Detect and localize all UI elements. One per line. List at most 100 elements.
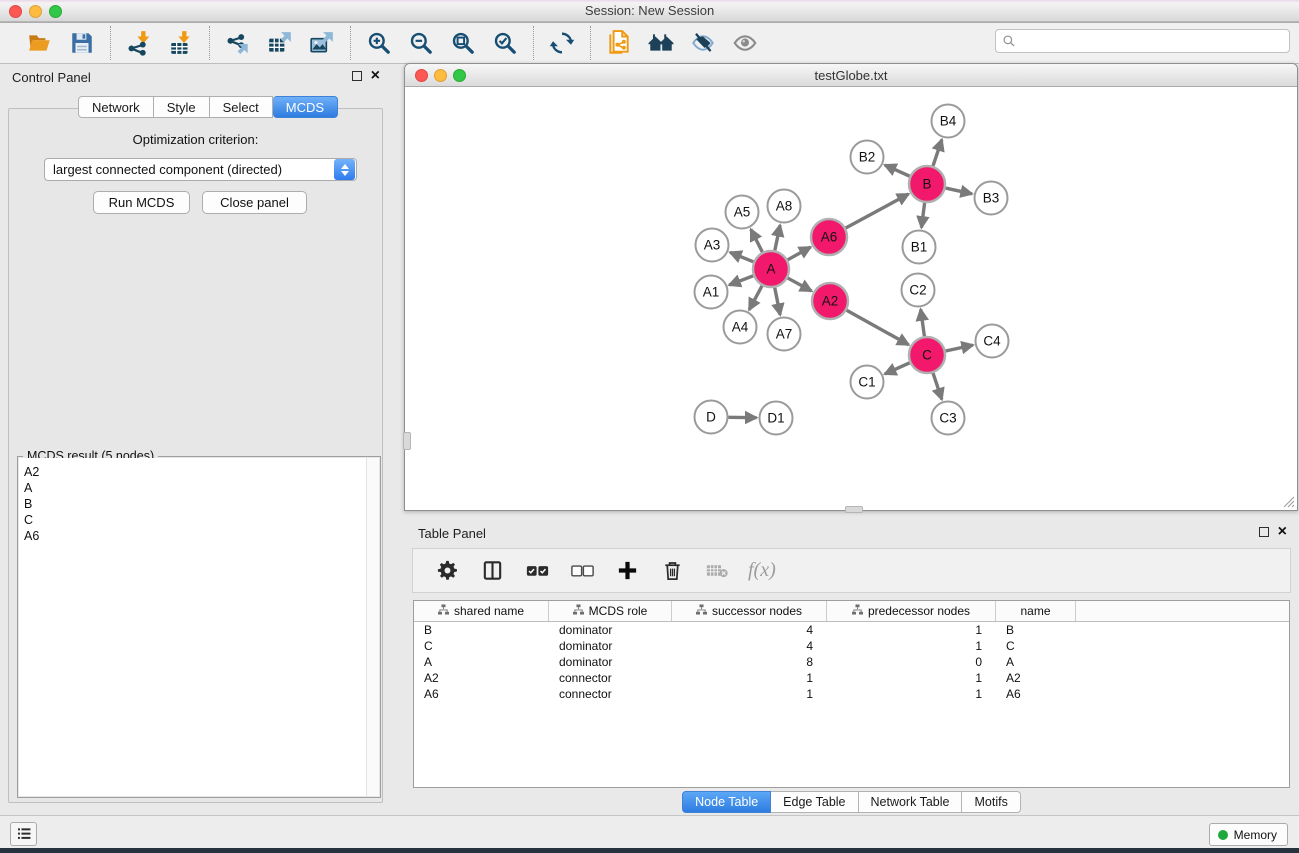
export-table-icon[interactable] xyxy=(266,29,294,57)
cell-name[interactable]: A6 xyxy=(996,686,1076,702)
tab-select[interactable]: Select xyxy=(210,96,273,118)
close-panel-button[interactable]: Close panel xyxy=(202,191,307,214)
result-list-item[interactable]: A6 xyxy=(24,528,379,544)
cell-successor-nodes[interactable]: 1 xyxy=(672,686,827,702)
tab-network-table[interactable]: Network Table xyxy=(859,791,963,813)
zoom-in-icon[interactable] xyxy=(365,29,393,57)
float-panel-icon[interactable] xyxy=(352,71,362,81)
tab-node-table[interactable]: Node Table xyxy=(682,791,771,813)
cell-successor-nodes[interactable]: 1 xyxy=(672,670,827,686)
delete-table-icon[interactable] xyxy=(703,557,731,585)
cell-MCDS-role[interactable]: dominator xyxy=(549,638,672,654)
edge-A-A6[interactable] xyxy=(788,247,811,260)
cell-shared-name[interactable]: A xyxy=(414,654,549,670)
close-panel-icon[interactable]: × xyxy=(371,71,380,81)
node-B3[interactable]: B3 xyxy=(975,182,1008,215)
edge-C-C3[interactable] xyxy=(933,373,942,399)
cell-name[interactable]: C xyxy=(996,638,1076,654)
edge-A-A2[interactable] xyxy=(788,278,812,291)
column-header-shared-name[interactable]: shared name xyxy=(414,601,549,621)
tab-mcds[interactable]: MCDS xyxy=(273,96,338,118)
node-A3[interactable]: A3 xyxy=(696,229,729,262)
result-list-item[interactable]: B xyxy=(24,496,379,512)
cell-MCDS-role[interactable]: dominator xyxy=(549,654,672,670)
node-B1[interactable]: B1 xyxy=(903,231,936,264)
cell-shared-name[interactable]: B xyxy=(414,622,549,638)
edge-C-C2[interactable] xyxy=(921,309,925,336)
delete-column-trash-icon[interactable] xyxy=(658,557,686,585)
node-C3[interactable]: C3 xyxy=(932,402,965,435)
run-mcds-button[interactable]: Run MCDS xyxy=(93,191,190,214)
table-row[interactable]: A6connector11A6 xyxy=(414,686,1289,702)
node-D1[interactable]: D1 xyxy=(760,402,793,435)
float-table-panel-icon[interactable] xyxy=(1259,527,1269,537)
memory-button[interactable]: Memory xyxy=(1209,823,1288,846)
cell-MCDS-role[interactable]: connector xyxy=(549,686,672,702)
column-header-predecessor-nodes[interactable]: predecessor nodes xyxy=(827,601,996,621)
column-header-successor-nodes[interactable]: successor nodes xyxy=(672,601,827,621)
edge-A-A8[interactable] xyxy=(775,225,780,250)
edge-C-C1[interactable] xyxy=(885,363,910,374)
edge-A6-B[interactable] xyxy=(846,194,909,228)
node-C1[interactable]: C1 xyxy=(851,366,884,399)
table-settings-gear-icon[interactable] xyxy=(433,557,461,585)
edge-A-A1[interactable] xyxy=(729,276,753,285)
export-image-icon[interactable] xyxy=(308,29,336,57)
criterion-dropdown[interactable]: largest connected component (directed) xyxy=(44,158,357,181)
cell-MCDS-role[interactable]: connector xyxy=(549,670,672,686)
edge-A-A3[interactable] xyxy=(730,252,753,261)
hide-graphics-details-icon[interactable] xyxy=(689,29,717,57)
tab-network[interactable]: Network xyxy=(78,96,154,118)
edge-A-A7[interactable] xyxy=(775,288,780,315)
splitter-handle[interactable] xyxy=(403,432,411,450)
edge-B-B1[interactable] xyxy=(921,203,924,228)
result-list-item[interactable]: C xyxy=(24,512,379,528)
task-history-button[interactable] xyxy=(10,822,37,846)
network-canvas[interactable]: AA1A2A3A4A5A6A7A8BB1B2B3B4CC1C2C3C4DD1 xyxy=(405,87,1297,510)
column-header-name[interactable]: name xyxy=(996,601,1076,621)
open-session-icon[interactable] xyxy=(605,29,633,57)
node-C[interactable]: C xyxy=(909,337,945,373)
cell-name[interactable]: B xyxy=(996,622,1076,638)
node-C4[interactable]: C4 xyxy=(976,325,1009,358)
result-list-item[interactable]: A xyxy=(24,480,379,496)
cell-predecessor-nodes[interactable]: 1 xyxy=(827,638,996,654)
zoom-fit-icon[interactable] xyxy=(449,29,477,57)
node-A1[interactable]: A1 xyxy=(695,276,728,309)
save-session-icon[interactable] xyxy=(68,29,96,57)
node-A5[interactable]: A5 xyxy=(726,196,759,229)
result-list-scrollbar[interactable] xyxy=(366,458,379,796)
tab-edge-table[interactable]: Edge Table xyxy=(771,791,858,813)
show-graphics-details-icon[interactable] xyxy=(731,29,759,57)
zoom-selected-icon[interactable] xyxy=(491,29,519,57)
table-row[interactable]: Cdominator41C xyxy=(414,638,1289,654)
cell-predecessor-nodes[interactable]: 0 xyxy=(827,654,996,670)
open-file-icon[interactable] xyxy=(26,29,54,57)
select-all-icon[interactable] xyxy=(523,557,551,585)
tab-style[interactable]: Style xyxy=(154,96,210,118)
cell-name[interactable]: A xyxy=(996,654,1076,670)
cell-shared-name[interactable]: A2 xyxy=(414,670,549,686)
add-column-plus-icon[interactable] xyxy=(613,557,641,585)
resize-grip-icon[interactable] xyxy=(1281,494,1295,508)
edge-B-B3[interactable] xyxy=(946,188,972,194)
cell-shared-name[interactable]: A6 xyxy=(414,686,549,702)
search-field[interactable] xyxy=(995,29,1290,53)
import-table-icon[interactable] xyxy=(167,29,195,57)
table-row[interactable]: Adominator80A xyxy=(414,654,1289,670)
cell-MCDS-role[interactable]: dominator xyxy=(549,622,672,638)
tab-motifs[interactable]: Motifs xyxy=(962,791,1020,813)
import-network-icon[interactable] xyxy=(125,29,153,57)
edge-A-A5[interactable] xyxy=(751,229,763,252)
node-A6[interactable]: A6 xyxy=(811,219,847,255)
node-B[interactable]: B xyxy=(909,166,945,202)
edge-C-C4[interactable] xyxy=(946,345,973,351)
search-input[interactable] xyxy=(1020,30,1289,52)
close-table-panel-icon[interactable]: × xyxy=(1278,527,1287,537)
node-A2[interactable]: A2 xyxy=(812,283,848,319)
node-D[interactable]: D xyxy=(695,401,728,434)
edge-B-B4[interactable] xyxy=(933,139,942,165)
node-A8[interactable]: A8 xyxy=(768,190,801,223)
table-row[interactable]: Bdominator41B xyxy=(414,622,1289,638)
cell-successor-nodes[interactable]: 8 xyxy=(672,654,827,670)
